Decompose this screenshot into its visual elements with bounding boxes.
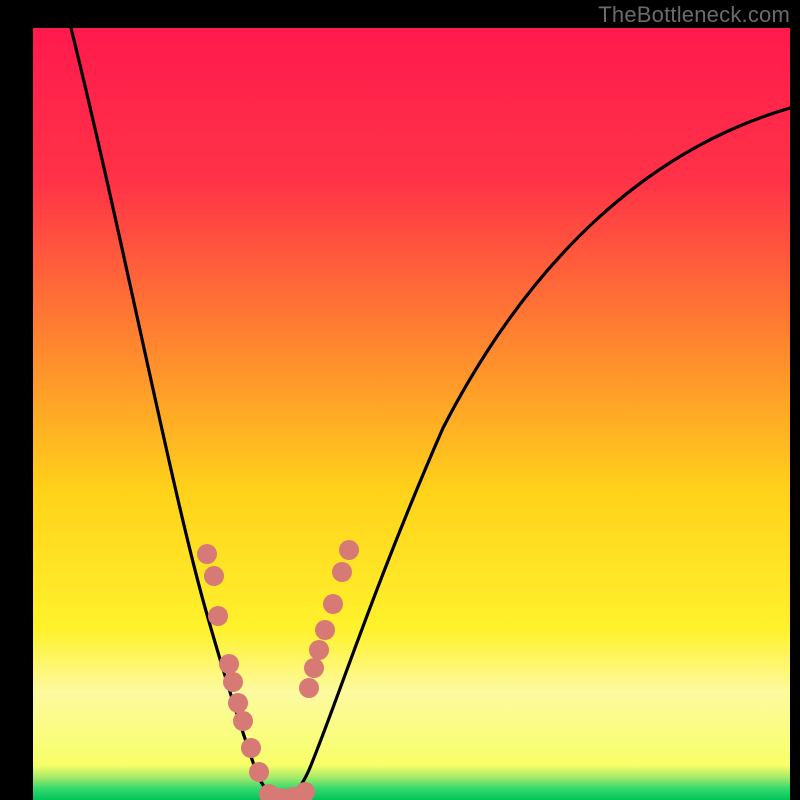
data-point [249, 762, 269, 782]
data-point [323, 594, 343, 614]
data-point [204, 566, 224, 586]
data-point [233, 711, 253, 731]
data-point [339, 540, 359, 560]
data-point [304, 658, 324, 678]
data-point [228, 693, 248, 713]
gradient-background [33, 28, 790, 800]
data-point [197, 544, 217, 564]
data-point [241, 738, 261, 758]
data-point [332, 562, 352, 582]
data-point [299, 678, 319, 698]
plot-area [33, 28, 790, 800]
data-point [315, 620, 335, 640]
data-point [223, 672, 243, 692]
watermark-text: TheBottleneck.com [598, 2, 790, 28]
data-point [208, 606, 228, 626]
chart-svg [33, 28, 790, 800]
data-point [219, 654, 239, 674]
data-point [309, 640, 329, 660]
outer-frame: TheBottleneck.com [0, 0, 800, 800]
